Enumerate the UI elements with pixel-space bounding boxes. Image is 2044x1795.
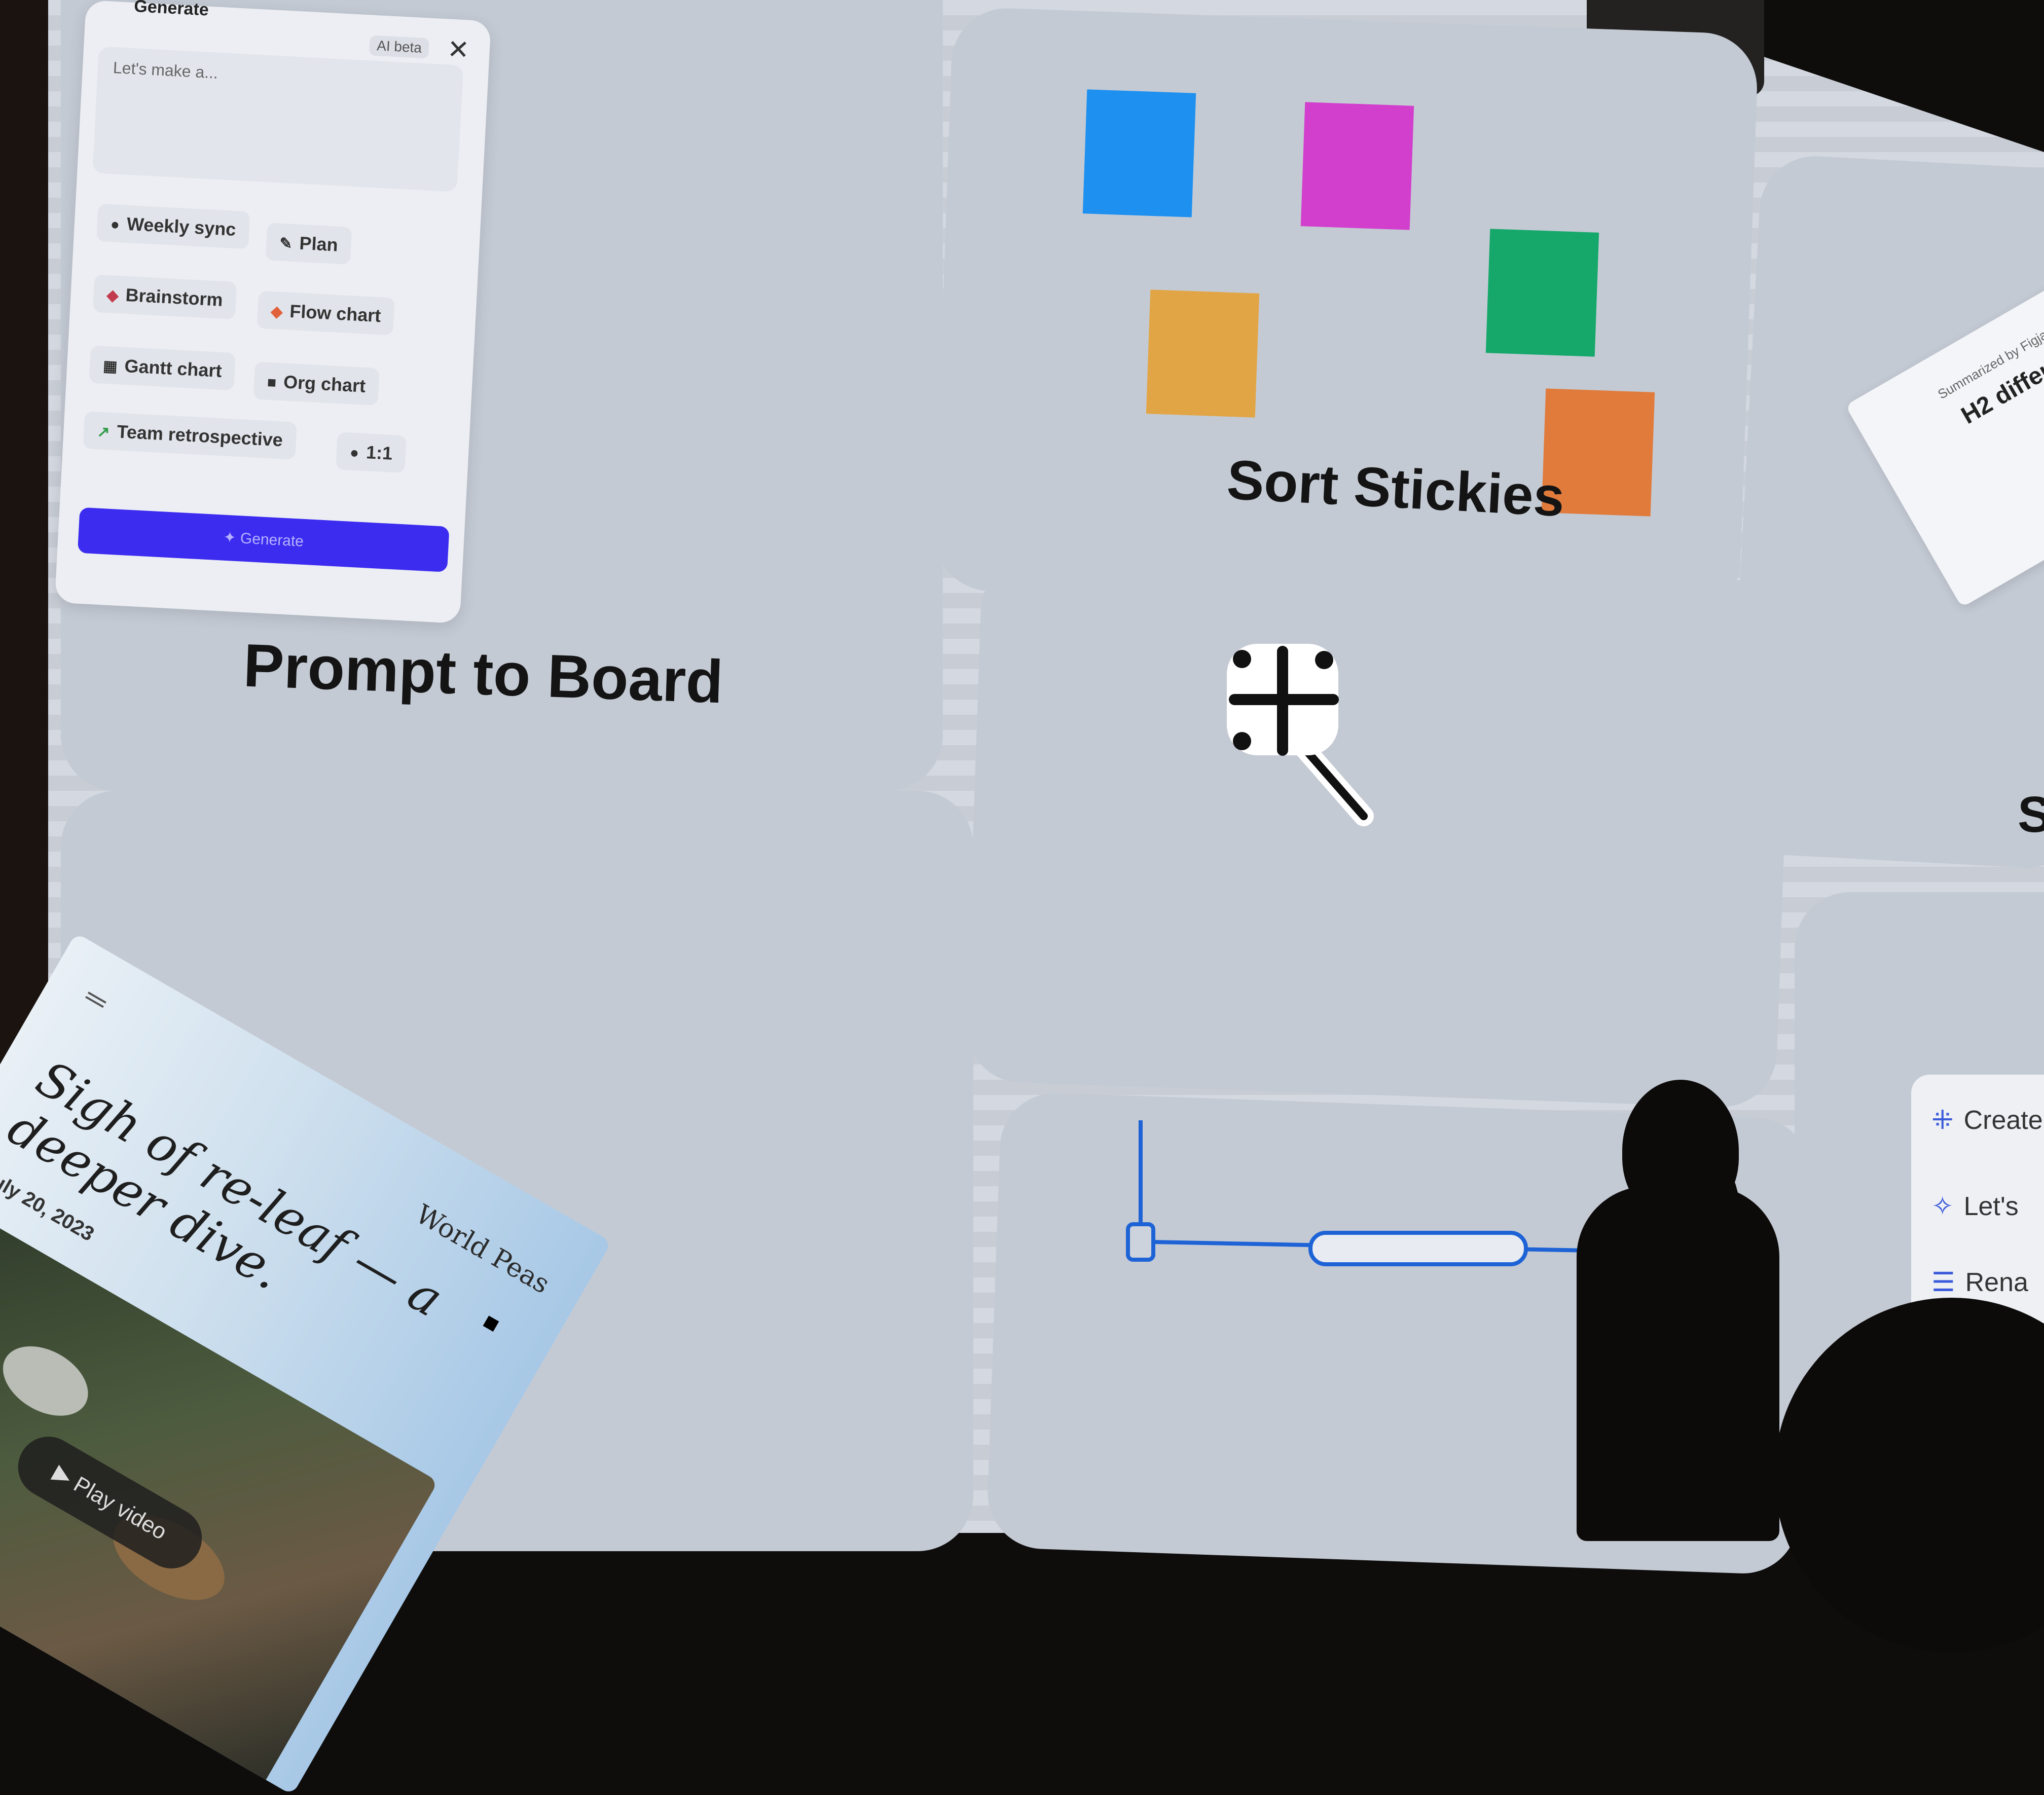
chip-label: Plan bbox=[299, 232, 339, 255]
menu-item-label: Let's bbox=[1963, 1192, 2019, 1221]
connector-diagram bbox=[1126, 1120, 1618, 1266]
plan-icon: ✎ bbox=[279, 235, 293, 252]
weekly-sync-icon: ● bbox=[110, 216, 120, 234]
sparkle-icon: ✧ bbox=[1931, 1192, 1954, 1221]
chip-flow-chart[interactable]: ◆ Flow chart bbox=[257, 290, 395, 336]
tile-sort-stickies bbox=[933, 6, 1759, 617]
menu-item-lets[interactable]: ✧ Let's bbox=[1931, 1191, 2019, 1222]
chip-label: Gantt chart bbox=[124, 355, 223, 381]
menu-icon[interactable]: ═ bbox=[80, 979, 114, 1018]
tile-title-partial: S bbox=[2018, 786, 2044, 843]
menu-item-create[interactable]: ⁜ Create bbox=[1931, 1105, 2043, 1135]
org-chart-icon: ■ bbox=[267, 374, 277, 391]
gantt-chart-icon: ▦ bbox=[102, 357, 118, 376]
chip-brainstorm[interactable]: ◆ Brainstorm bbox=[92, 274, 237, 320]
flow-chart-icon: ◆ bbox=[270, 303, 283, 321]
retrospective-icon: ↗ bbox=[96, 423, 111, 441]
close-icon[interactable]: ✕ bbox=[447, 34, 470, 65]
chip-one-on-one[interactable]: ● 1:1 bbox=[336, 432, 407, 473]
chip-label: Team retrospective bbox=[116, 421, 283, 451]
chip-label: Org chart bbox=[283, 371, 367, 396]
sticky-note-yellow[interactable] bbox=[1146, 289, 1260, 418]
chip-gantt-chart[interactable]: ▦ Gantt chart bbox=[89, 345, 236, 391]
list-icon: ☰ bbox=[1931, 1268, 1955, 1297]
chip-label: 1:1 bbox=[366, 442, 393, 464]
generate-button[interactable]: ✦ Generate bbox=[77, 507, 450, 572]
prompt-placeholder: Let's make a... bbox=[113, 58, 218, 82]
menu-item-label: Rena bbox=[1965, 1268, 2028, 1297]
chip-weekly-sync[interactable]: ● Weekly sync bbox=[96, 203, 250, 249]
ai-beta-badge: AI beta bbox=[369, 35, 429, 59]
chip-label: Flow chart bbox=[289, 300, 382, 326]
prompt-input[interactable]: Let's make a... bbox=[92, 46, 464, 192]
menu-item-label: Create bbox=[1963, 1106, 2043, 1135]
chip-team-retrospective[interactable]: ↗ Team retrospective bbox=[83, 411, 297, 460]
panel-title: Generate bbox=[133, 0, 209, 20]
sticky-note-blue[interactable] bbox=[1082, 89, 1196, 217]
chip-label: Weekly sync bbox=[126, 213, 237, 240]
menu-item-rename[interactable]: ☰ Rena bbox=[1931, 1267, 2028, 1298]
sticky-note-green[interactable] bbox=[1485, 229, 1599, 357]
sticky-note-pink[interactable] bbox=[1300, 102, 1414, 230]
grid-sparkle-icon: ⁜ bbox=[1931, 1106, 1954, 1135]
brainstorm-icon: ◆ bbox=[106, 286, 119, 305]
ai-cursor-icon bbox=[1227, 644, 1374, 826]
one-on-one-icon: ● bbox=[349, 444, 359, 462]
chip-plan[interactable]: ✎ Plan bbox=[265, 223, 352, 265]
generate-panel: Generate AI beta ✕ Let's make a... ● Week… bbox=[54, 0, 491, 624]
chip-org-chart[interactable]: ■ Org chart bbox=[253, 361, 380, 406]
chip-label: Brainstorm bbox=[125, 284, 224, 310]
